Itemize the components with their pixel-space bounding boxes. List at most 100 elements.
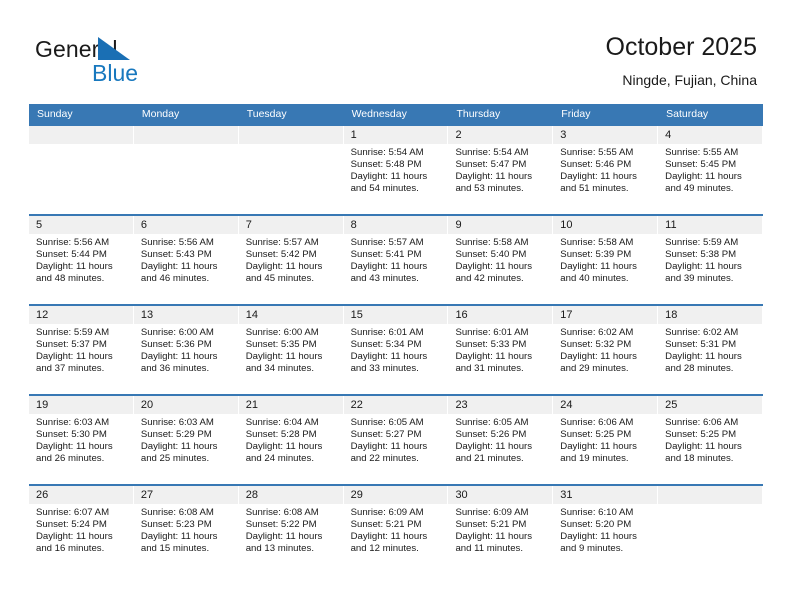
day-cell-27[interactable]: 27 Sunrise: 6:08 AM Sunset: 5:23 PM Dayligh…	[133, 486, 239, 574]
weekday-header-tuesday: Tuesday	[246, 108, 287, 120]
day-number: 10	[553, 216, 658, 234]
day-cell-1[interactable]: 1 Sunrise: 5:54 AM Sunset: 5:48 PM Daylight…	[343, 126, 449, 214]
day-cell-empty	[133, 126, 239, 214]
day-cell-4[interactable]: 4 Sunrise: 5:55 AM Sunset: 5:45 PM Daylight…	[658, 126, 764, 214]
day-cell-25[interactable]: 25 Sunrise: 6:06 AM Sunset: 5:25 PM Dayligh…	[658, 396, 764, 484]
day-number	[238, 126, 343, 144]
day-cell-15[interactable]: 15 Sunrise: 6:01 AM Sunset: 5:34 PM Dayligh…	[343, 306, 449, 394]
sunrise-text: Sunrise: 6:02 AM	[560, 327, 634, 338]
day-cell-5[interactable]: 5 Sunrise: 5:56 AM Sunset: 5:44 PM Daylight…	[29, 216, 134, 304]
day-cell-body: Sunrise: 6:05 AM Sunset: 5:26 PM Daylight:…	[448, 414, 552, 465]
day-cell-14[interactable]: 14 Sunrise: 6:00 AM Sunset: 5:35 PM Dayligh…	[238, 306, 344, 394]
day-cell-body: Sunrise: 6:06 AM Sunset: 5:25 PM Daylight:…	[658, 414, 762, 465]
sunrise-text: Sunrise: 6:06 AM	[560, 417, 634, 428]
day-cell-21[interactable]: 21 Sunrise: 6:04 AM Sunset: 5:28 PM Dayligh…	[238, 396, 344, 484]
weekday-header-monday: Monday	[141, 108, 180, 120]
sunset-text: Sunset: 5:46 PM	[560, 159, 632, 171]
sunrise-text: Sunrise: 6:01 AM	[350, 327, 424, 338]
day-cell-empty	[29, 126, 134, 214]
day-cell-body: Sunrise: 6:00 AM Sunset: 5:35 PM Daylight:…	[239, 324, 343, 375]
sunset-text: Sunset: 5:21 PM	[350, 519, 422, 531]
day-number: 27	[133, 486, 238, 504]
sunrise-text: Sunrise: 6:06 AM	[665, 417, 739, 428]
sunset-text: Sunset: 5:28 PM	[245, 429, 317, 441]
day-cell-body: Sunrise: 6:07 AM Sunset: 5:24 PM Daylight:…	[29, 504, 133, 555]
sunset-text: Sunset: 5:33 PM	[455, 339, 527, 351]
day-cell-17[interactable]: 17 Sunrise: 6:02 AM Sunset: 5:32 PM Dayligh…	[553, 306, 659, 394]
sunset-text: Sunset: 5:29 PM	[140, 429, 212, 441]
day-cell-20[interactable]: 20 Sunrise: 6:03 AM Sunset: 5:29 PM Dayligh…	[133, 396, 239, 484]
calendar-week-row: 12 Sunrise: 5:59 AM Sunset: 5:37 PM Dayligh…	[29, 304, 764, 394]
day-cell-31[interactable]: 31 Sunrise: 6:10 AM Sunset: 5:20 PM Dayligh…	[553, 486, 659, 574]
day-cell-body: Sunrise: 5:58 AM Sunset: 5:39 PM Daylight:…	[553, 234, 657, 285]
day-cell-body: Sunrise: 6:04 AM Sunset: 5:28 PM Daylight:…	[239, 414, 343, 465]
sunrise-text: Sunrise: 6:09 AM	[350, 507, 424, 518]
day-cell-29[interactable]: 29 Sunrise: 6:09 AM Sunset: 5:21 PM Dayligh…	[343, 486, 449, 574]
daylight-text: Daylight: 11 hours and 48 minutes.	[36, 261, 113, 285]
brand-name-blue: Blue	[92, 60, 139, 86]
day-cell-26[interactable]: 26 Sunrise: 6:07 AM Sunset: 5:24 PM Dayligh…	[29, 486, 134, 574]
sunrise-text: Sunrise: 6:09 AM	[455, 507, 529, 518]
day-cell-22[interactable]: 22 Sunrise: 6:05 AM Sunset: 5:27 PM Dayligh…	[343, 396, 449, 484]
sunset-text: Sunset: 5:23 PM	[140, 519, 212, 531]
day-number: 26	[29, 486, 133, 504]
sunset-text: Sunset: 5:48 PM	[350, 159, 422, 171]
day-cell-13[interactable]: 13 Sunrise: 6:00 AM Sunset: 5:36 PM Dayligh…	[133, 306, 239, 394]
page-title: October 2025	[605, 33, 758, 61]
day-number: 7	[238, 216, 343, 234]
day-cell-11[interactable]: 11 Sunrise: 5:59 AM Sunset: 5:38 PM Dayligh…	[658, 216, 764, 304]
day-cell-10[interactable]: 10 Sunrise: 5:58 AM Sunset: 5:39 PM Dayligh…	[553, 216, 659, 304]
sunset-text: Sunset: 5:38 PM	[665, 249, 737, 261]
day-cell-body: Sunrise: 6:08 AM Sunset: 5:23 PM Daylight:…	[134, 504, 238, 555]
day-cell-24[interactable]: 24 Sunrise: 6:06 AM Sunset: 5:25 PM Dayligh…	[553, 396, 659, 484]
day-cell-body: Sunrise: 6:09 AM Sunset: 5:21 PM Daylight:…	[344, 504, 448, 555]
daylight-text: Daylight: 11 hours and 16 minutes.	[36, 531, 113, 555]
day-cell-3[interactable]: 3 Sunrise: 5:55 AM Sunset: 5:46 PM Daylight…	[553, 126, 659, 214]
day-number: 19	[29, 396, 133, 414]
day-cell-empty	[238, 126, 344, 214]
sunrise-text: Sunrise: 6:08 AM	[140, 507, 214, 518]
day-cell-19[interactable]: 19 Sunrise: 6:03 AM Sunset: 5:30 PM Dayligh…	[29, 396, 134, 484]
sunrise-text: Sunrise: 5:54 AM	[455, 147, 529, 158]
day-cell-8[interactable]: 8 Sunrise: 5:57 AM Sunset: 5:41 PM Daylight…	[343, 216, 449, 304]
sunrise-text: Sunrise: 6:01 AM	[455, 327, 529, 338]
sunrise-text: Sunrise: 6:03 AM	[140, 417, 214, 428]
sunrise-text: Sunrise: 6:10 AM	[560, 507, 634, 518]
blue-triangle-flag-icon	[98, 37, 131, 60]
day-cell-body: Sunrise: 6:08 AM Sunset: 5:22 PM Daylight:…	[239, 504, 343, 555]
sunset-text: Sunset: 5:44 PM	[36, 249, 107, 261]
sunrise-text: Sunrise: 5:59 AM	[665, 237, 739, 248]
daylight-text: Daylight: 11 hours and 13 minutes.	[245, 531, 323, 555]
day-cell-body	[658, 504, 762, 507]
weekday-header-thursday: Thursday	[456, 108, 501, 120]
daylight-text: Daylight: 11 hours and 28 minutes.	[665, 351, 742, 375]
day-number: 15	[343, 306, 448, 324]
daylight-text: Daylight: 11 hours and 29 minutes.	[560, 351, 637, 375]
calendar-week-row: 1 Sunrise: 5:54 AM Sunset: 5:48 PM Daylight…	[29, 124, 764, 214]
day-cell-28[interactable]: 28 Sunrise: 6:08 AM Sunset: 5:22 PM Dayligh…	[238, 486, 344, 574]
brand-logo[interactable]: General Blue	[35, 36, 225, 88]
location-subtitle: Ningde, Fujian, China	[622, 72, 757, 88]
day-cell-6[interactable]: 6 Sunrise: 5:56 AM Sunset: 5:43 PM Daylight…	[133, 216, 239, 304]
day-cell-9[interactable]: 9 Sunrise: 5:58 AM Sunset: 5:40 PM Daylight…	[448, 216, 554, 304]
day-cell-30[interactable]: 30 Sunrise: 6:09 AM Sunset: 5:21 PM Dayligh…	[448, 486, 554, 574]
day-number: 21	[238, 396, 343, 414]
day-cell-7[interactable]: 7 Sunrise: 5:57 AM Sunset: 5:42 PM Daylight…	[238, 216, 344, 304]
sunrise-text: Sunrise: 6:05 AM	[455, 417, 529, 428]
sunrise-text: Sunrise: 5:56 AM	[36, 237, 110, 248]
day-cell-18[interactable]: 18 Sunrise: 6:02 AM Sunset: 5:31 PM Dayligh…	[658, 306, 764, 394]
daylight-text: Daylight: 11 hours and 49 minutes.	[665, 171, 742, 195]
sunset-text: Sunset: 5:22 PM	[245, 519, 317, 531]
daylight-text: Daylight: 11 hours and 34 minutes.	[245, 351, 323, 375]
daylight-text: Daylight: 11 hours and 33 minutes.	[350, 351, 428, 375]
day-cell-2[interactable]: 2 Sunrise: 5:54 AM Sunset: 5:47 PM Daylight…	[448, 126, 554, 214]
daylight-text: Daylight: 11 hours and 36 minutes.	[140, 351, 218, 375]
day-cell-body: Sunrise: 6:01 AM Sunset: 5:34 PM Daylight:…	[344, 324, 448, 375]
weekday-header-row: Sunday Monday Tuesday Wednesday Thursday Frid…	[29, 104, 763, 124]
day-number: 24	[553, 396, 658, 414]
sunset-text: Sunset: 5:39 PM	[560, 249, 632, 261]
day-cell-12[interactable]: 12 Sunrise: 5:59 AM Sunset: 5:37 PM Dayligh…	[29, 306, 134, 394]
day-cell-23[interactable]: 23 Sunrise: 6:05 AM Sunset: 5:26 PM Dayligh…	[448, 396, 554, 484]
day-cell-body: Sunrise: 6:03 AM Sunset: 5:29 PM Daylight:…	[134, 414, 238, 465]
day-cell-16[interactable]: 16 Sunrise: 6:01 AM Sunset: 5:33 PM Dayligh…	[448, 306, 554, 394]
